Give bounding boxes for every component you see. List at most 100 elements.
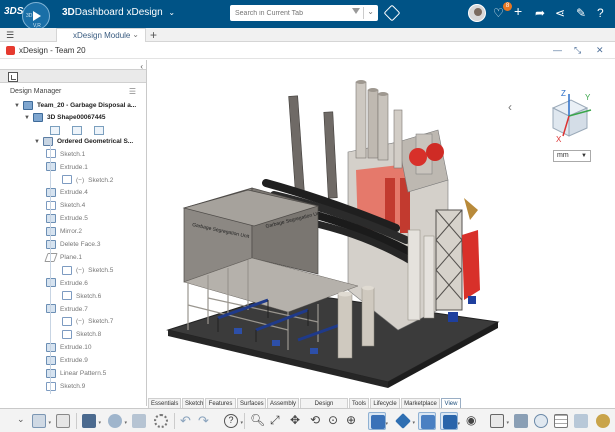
tree-item[interactable]: ▼ Team_20 - Garbage Disposal a... <box>14 100 136 112</box>
ribbon-tab[interactable]: View <box>441 398 461 408</box>
render-button[interactable] <box>532 412 550 430</box>
red-sphere <box>409 148 427 166</box>
tree-item-label: Linear Pattern.5 <box>60 370 107 377</box>
appearance-button[interactable] <box>594 412 612 430</box>
look-at-icon[interactable]: ⊙ <box>328 413 338 427</box>
add-icon[interactable]: + <box>514 4 522 18</box>
share-arrow-icon[interactable]: ➦ <box>535 6 545 20</box>
close-button[interactable]: ✕ <box>596 45 604 56</box>
avatar[interactable] <box>468 4 486 22</box>
part-icon[interactable] <box>54 412 72 430</box>
measure-button[interactable] <box>572 412 590 430</box>
help-button[interactable]: ? ▾ <box>222 412 243 430</box>
help-icon[interactable]: ? <box>597 6 604 20</box>
ribbon-tab[interactable]: Lifecycle <box>370 398 400 408</box>
ribbon-tab[interactable]: Tools <box>349 398 369 408</box>
ribbon-tab[interactable]: Features <box>205 398 236 408</box>
chevron-down-icon[interactable]: ⌄ <box>168 8 175 17</box>
3d-viewport[interactable]: Garbage Segregation Unit Garbage Segrega… <box>148 60 615 406</box>
brand-prefix: 3D <box>62 7 75 18</box>
tree-item[interactable]: Sketch.9 <box>46 381 85 393</box>
pan-icon[interactable]: ✥ <box>290 413 300 427</box>
compass-icon[interactable]: 3D V,R <box>22 2 50 30</box>
shaded-button[interactable]: ▾ <box>440 412 460 430</box>
tree-item[interactable]: Sketch.8 <box>62 329 101 341</box>
tree-item[interactable]: Delete Face.3 <box>46 239 100 251</box>
chevron-down-icon[interactable]: ⌄ <box>17 414 25 425</box>
tree-item[interactable]: Plane.1 <box>44 252 82 264</box>
save-icon[interactable]: ▾ <box>80 412 101 430</box>
tag-icon[interactable] <box>383 4 401 22</box>
visibility-eye-icon[interactable]: ◉ <box>466 413 476 427</box>
expand-toggle-icon[interactable]: ▼ <box>24 112 33 124</box>
rotate-icon[interactable]: ⟲ <box>310 413 320 427</box>
ribbon-tab[interactable]: Marketplace <box>401 398 440 408</box>
add-tab-button[interactable]: + <box>150 28 157 42</box>
tree-item[interactable]: (−) Sketch.7 <box>62 316 113 328</box>
view-cube-icon[interactable]: Z Y X <box>533 86 593 146</box>
settings-gear-icon[interactable] <box>152 412 170 430</box>
expand-toggle-icon[interactable]: ▼ <box>34 136 43 148</box>
search-input[interactable] <box>235 6 345 20</box>
tree-item[interactable]: Extrude.1 <box>46 162 88 174</box>
tree-item[interactable]: Linear Pattern.5 <box>46 368 106 380</box>
origin-icon[interactable] <box>50 126 60 135</box>
tree-item[interactable]: Extrude.10 <box>46 342 91 354</box>
minimize-button[interactable]: — <box>553 45 562 55</box>
search-dropdown-icon[interactable]: ⌄ <box>367 7 374 16</box>
chevron-left-icon[interactable]: ‹ <box>508 100 512 114</box>
ribbon-tab[interactable]: Essentials <box>148 398 181 408</box>
units-dropdown[interactable]: mm ▼ <box>553 150 591 162</box>
expand-toggle-icon[interactable]: ▼ <box>14 100 23 112</box>
tree-item[interactable]: Mirror.2 <box>46 226 82 238</box>
view-cube-button[interactable]: ▾ <box>368 412 388 430</box>
tree-item[interactable]: Extrude.7 <box>46 304 88 316</box>
redo-icon[interactable]: ↷ <box>198 413 209 429</box>
grid-button[interactable] <box>552 412 570 430</box>
sidebar-toggle-icon[interactable]: ☰ <box>6 30 14 41</box>
tree-item[interactable]: Extrude.6 <box>46 278 88 290</box>
ribbon-tab[interactable]: Design Guidance <box>300 398 348 417</box>
dassault-logo-icon[interactable]: 3DS <box>4 6 23 20</box>
tree-item[interactable]: ▼ Ordered Geometrical S... <box>34 136 133 148</box>
tree-item[interactable]: (−) Sketch.5 <box>62 265 113 277</box>
tree-item[interactable]: (−) Sketch.2 <box>62 175 113 187</box>
search-bar[interactable]: ⌄ <box>230 5 378 21</box>
top-hopper <box>464 198 478 220</box>
tree-item[interactable]: Sketch.1 <box>46 149 85 161</box>
ribbon-tab[interactable]: Surfaces <box>237 398 266 408</box>
undo-icon[interactable]: ↶ <box>180 413 191 429</box>
fit-all-icon[interactable]: ⤢ <box>270 413 280 428</box>
tree-item[interactable]: Extrude.9 <box>46 355 88 367</box>
collaboration-icon[interactable]: ▾ <box>106 412 127 430</box>
panel-menu-icon[interactable]: ☰ <box>129 87 136 96</box>
tree-item[interactable]: ▼ 3D Shape00067445 <box>24 112 106 124</box>
axes-icon[interactable] <box>94 126 104 135</box>
tree-item[interactable]: Sketch.6 <box>62 291 101 303</box>
tab-xdesign-module[interactable]: xDesign Module ⌄ <box>56 28 146 42</box>
hide-show-button[interactable]: ▾ <box>488 412 509 430</box>
planes-icon[interactable] <box>72 126 82 135</box>
bookmark-icon[interactable] <box>130 412 148 430</box>
tree-item[interactable]: Extrude.5 <box>46 213 88 225</box>
chevron-down-icon[interactable]: ⌄ <box>132 30 139 39</box>
filter-icon[interactable] <box>352 8 360 14</box>
ribbon-tab[interactable]: Sketch <box>182 398 204 408</box>
zoom-area-icon[interactable]: ⊕ <box>346 413 356 427</box>
notifications-icon[interactable]: ♡ <box>493 6 504 20</box>
ribbon-tab[interactable]: Assembly <box>267 398 299 408</box>
feature-icon <box>46 368 56 378</box>
tree-item[interactable]: Extrude.4 <box>46 187 88 199</box>
select-mode-button[interactable]: ▾ <box>30 412 51 430</box>
zoom-icon[interactable]: 🔍︎ <box>250 413 265 427</box>
app-brand[interactable]: 3DDashboard xDesign ⌄ <box>62 7 175 18</box>
tree-view-icon[interactable] <box>8 72 18 82</box>
collapse-button[interactable]: ⤡ <box>574 45 581 56</box>
top-app-bar: 3DS 3D V,R 3DDashboard xDesign ⌄ ⌄ ♡ 8 +… <box>0 0 615 30</box>
tree-item[interactable]: Sketch.4 <box>46 200 85 212</box>
iso-view-button[interactable]: ▾ <box>394 412 415 430</box>
section-view-button[interactable] <box>512 412 530 430</box>
share-network-icon[interactable]: ⋖ <box>555 6 565 20</box>
tools-icon[interactable]: ✎ <box>576 6 586 20</box>
shaded-edges-button[interactable] <box>418 412 436 430</box>
